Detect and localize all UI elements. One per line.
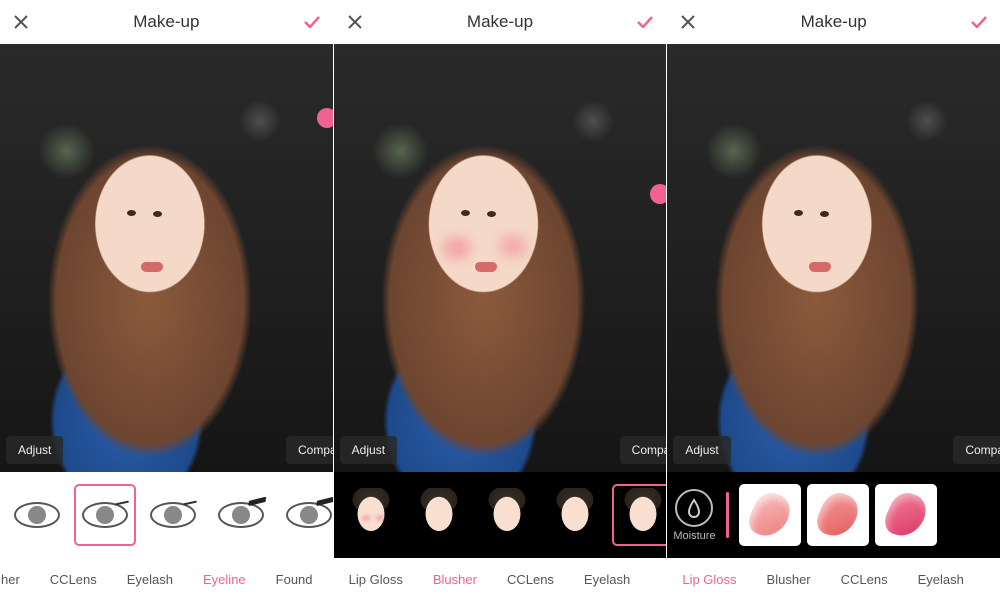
confirm-icon[interactable]: [968, 11, 990, 33]
side-dot-icon: [650, 184, 666, 204]
photo-preview[interactable]: Adjust Compa: [334, 44, 667, 472]
tab-cclens[interactable]: CCLens: [35, 572, 112, 587]
tab-her[interactable]: her: [0, 572, 35, 587]
tab-lipgloss[interactable]: Lip Gloss: [334, 572, 418, 587]
blusher-style-1[interactable]: [340, 484, 402, 546]
category-tabs: Lip Gloss Blusher CCLens Eyelash: [667, 558, 1000, 600]
blusher-style-2[interactable]: [408, 484, 470, 546]
tab-eyelash[interactable]: Eyelash: [569, 572, 645, 587]
photo-preview[interactable]: Adjust Compa: [667, 44, 1000, 472]
header: Make-up: [334, 0, 667, 44]
confirm-icon[interactable]: [634, 11, 656, 33]
category-tabs: her CCLens Eyelash Eyeline Found: [0, 558, 333, 600]
tab-eyeline[interactable]: Eyeline: [188, 572, 261, 587]
side-dot-icon: [317, 108, 333, 128]
style-thumbnails: [0, 472, 333, 558]
compare-button[interactable]: Compa: [620, 436, 667, 464]
eyeline-style-1[interactable]: [6, 484, 68, 546]
style-thumbnails: Moisture: [667, 472, 1000, 558]
droplet-icon: [675, 489, 713, 527]
blusher-style-4[interactable]: [544, 484, 606, 546]
screen-lipgloss: Make-up Adjust Compa Moisture Lip Gloss …: [667, 0, 1000, 600]
eyeline-style-3[interactable]: [142, 484, 204, 546]
header: Make-up: [667, 0, 1000, 44]
portrait-image: [334, 44, 667, 472]
page-title: Make-up: [133, 12, 199, 32]
blusher-style-5[interactable]: [612, 484, 667, 546]
tab-eyelash[interactable]: Eyelash: [903, 572, 979, 587]
style-thumbnails: [334, 472, 667, 558]
close-icon[interactable]: [677, 11, 699, 33]
adjust-button[interactable]: Adjust: [673, 436, 730, 464]
tab-cclens[interactable]: CCLens: [492, 572, 569, 587]
photo-preview[interactable]: Adjust Compa: [0, 44, 333, 472]
blusher-style-3[interactable]: [476, 484, 538, 546]
screen-eyeline: Make-up Adjust Compa her CCLens Eyelash …: [0, 0, 334, 600]
lipgloss-color-1[interactable]: [739, 484, 801, 546]
page-title: Make-up: [467, 12, 533, 32]
confirm-icon[interactable]: [301, 11, 323, 33]
portrait-image: [0, 44, 333, 472]
adjust-button[interactable]: Adjust: [340, 436, 397, 464]
tab-cclens[interactable]: CCLens: [826, 572, 903, 587]
lipgloss-color-2[interactable]: [807, 484, 869, 546]
page-title: Make-up: [801, 12, 867, 32]
tab-blusher[interactable]: Blusher: [418, 572, 492, 587]
moisture-toggle[interactable]: Moisture: [673, 489, 715, 542]
eyeline-style-4[interactable]: [210, 484, 272, 546]
eyeline-style-5[interactable]: [278, 484, 333, 546]
compare-button[interactable]: Compa: [286, 436, 333, 464]
eyeline-style-2[interactable]: [74, 484, 136, 546]
screen-blusher: Make-up Adjust Compa Lip Gloss Blusher C…: [334, 0, 668, 600]
moisture-label: Moisture: [673, 530, 715, 542]
tab-eyelash[interactable]: Eyelash: [112, 572, 188, 587]
close-icon[interactable]: [10, 11, 32, 33]
lipgloss-color-3[interactable]: [875, 484, 937, 546]
tab-lipgloss[interactable]: Lip Gloss: [667, 572, 751, 587]
compare-button[interactable]: Compa: [953, 436, 1000, 464]
category-tabs: Lip Gloss Blusher CCLens Eyelash: [334, 558, 667, 600]
divider: [726, 492, 729, 538]
tab-foundation[interactable]: Found: [261, 572, 328, 587]
portrait-image: [667, 44, 1000, 472]
adjust-button[interactable]: Adjust: [6, 436, 63, 464]
header: Make-up: [0, 0, 333, 44]
close-icon[interactable]: [344, 11, 366, 33]
tab-blusher[interactable]: Blusher: [752, 572, 826, 587]
